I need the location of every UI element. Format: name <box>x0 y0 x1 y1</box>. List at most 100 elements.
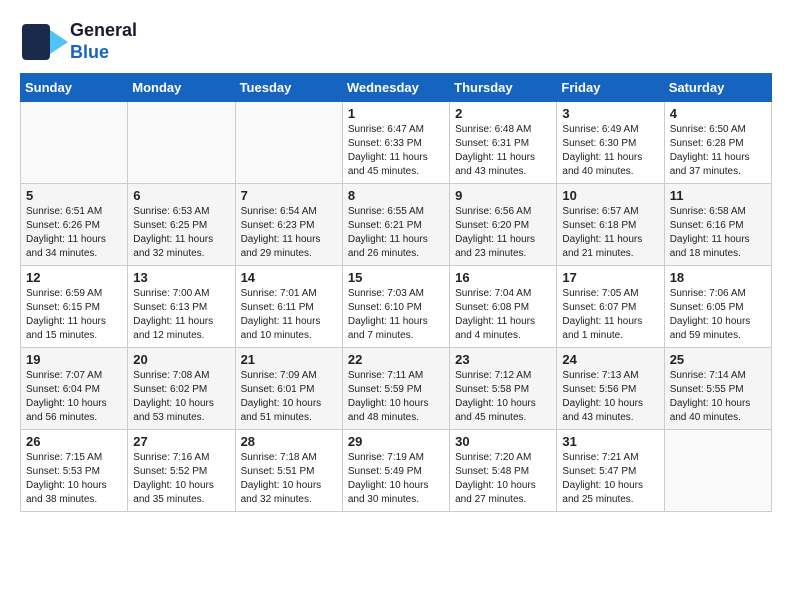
day-number: 3 <box>562 106 658 121</box>
day-number: 19 <box>26 352 122 367</box>
weekday-header: Tuesday <box>235 74 342 102</box>
day-info: Sunrise: 7:03 AM Sunset: 6:10 PM Dayligh… <box>348 287 444 343</box>
day-number: 15 <box>348 270 444 285</box>
day-info: Sunrise: 7:07 AM Sunset: 6:04 PM Dayligh… <box>26 369 122 425</box>
calendar-week-row: 26 Sunrise: 7:15 AM Sunset: 5:53 PM Dayli… <box>21 430 772 512</box>
day-info: Sunrise: 7:04 AM Sunset: 6:08 PM Dayligh… <box>455 287 551 343</box>
weekday-header: Saturday <box>664 74 771 102</box>
day-number: 8 <box>348 188 444 203</box>
calendar-cell: 8 Sunrise: 6:55 AM Sunset: 6:21 PM Daylig… <box>342 184 449 266</box>
day-number: 18 <box>670 270 766 285</box>
day-info: Sunrise: 7:14 AM Sunset: 5:55 PM Dayligh… <box>670 369 766 425</box>
calendar-cell: 17 Sunrise: 7:05 AM Sunset: 6:07 PM Dayli… <box>557 266 664 348</box>
day-number: 25 <box>670 352 766 367</box>
calendar-cell: 12 Sunrise: 6:59 AM Sunset: 6:15 PM Dayli… <box>21 266 128 348</box>
calendar-week-row: 19 Sunrise: 7:07 AM Sunset: 6:04 PM Dayli… <box>21 348 772 430</box>
calendar-cell: 10Sunrise: 6:57 AM Sunset: 6:18 PM Dayli… <box>557 184 664 266</box>
day-number: 22 <box>348 352 444 367</box>
day-number: 26 <box>26 434 122 449</box>
calendar-cell: 31Sunrise: 7:21 AM Sunset: 5:47 PM Dayli… <box>557 430 664 512</box>
calendar-week-row: 1 Sunrise: 6:47 AM Sunset: 6:33 PM Daylig… <box>21 102 772 184</box>
day-info: Sunrise: 6:59 AM Sunset: 6:15 PM Dayligh… <box>26 287 122 343</box>
day-info: Sunrise: 7:18 AM Sunset: 5:51 PM Dayligh… <box>241 451 337 507</box>
page-header: GeneralBlue <box>20 20 772 63</box>
calendar-cell: 25 Sunrise: 7:14 AM Sunset: 5:55 PM Dayli… <box>664 348 771 430</box>
weekday-header: Friday <box>557 74 664 102</box>
calendar-cell: 18 Sunrise: 7:06 AM Sunset: 6:05 PM Dayli… <box>664 266 771 348</box>
calendar-cell: 21Sunrise: 7:09 AM Sunset: 6:01 PM Dayli… <box>235 348 342 430</box>
day-info: Sunrise: 7:05 AM Sunset: 6:07 PM Dayligh… <box>562 287 658 343</box>
day-number: 7 <box>241 188 337 203</box>
day-info: Sunrise: 6:47 AM Sunset: 6:33 PM Dayligh… <box>348 123 444 179</box>
calendar-cell: 22 Sunrise: 7:11 AM Sunset: 5:59 PM Dayli… <box>342 348 449 430</box>
day-number: 13 <box>133 270 229 285</box>
day-info: Sunrise: 6:51 AM Sunset: 6:26 PM Dayligh… <box>26 205 122 261</box>
day-number: 24 <box>562 352 658 367</box>
day-number: 12 <box>26 270 122 285</box>
calendar-cell: 29Sunrise: 7:19 AM Sunset: 5:49 PM Dayli… <box>342 430 449 512</box>
calendar-cell: 1 Sunrise: 6:47 AM Sunset: 6:33 PM Daylig… <box>342 102 449 184</box>
day-info: Sunrise: 7:00 AM Sunset: 6:13 PM Dayligh… <box>133 287 229 343</box>
calendar-cell: 16 Sunrise: 7:04 AM Sunset: 6:08 PM Dayli… <box>450 266 557 348</box>
day-info: Sunrise: 6:54 AM Sunset: 6:23 PM Dayligh… <box>241 205 337 261</box>
logo-text-blue: Blue <box>70 42 137 64</box>
day-number: 11 <box>670 188 766 203</box>
calendar-cell: 3 Sunrise: 6:49 AM Sunset: 6:30 PM Daylig… <box>557 102 664 184</box>
logo-text-general: General <box>70 20 137 42</box>
calendar-cell: 9 Sunrise: 6:56 AM Sunset: 6:20 PM Daylig… <box>450 184 557 266</box>
day-number: 1 <box>348 106 444 121</box>
day-number: 20 <box>133 352 229 367</box>
day-number: 30 <box>455 434 551 449</box>
calendar-cell: 5 Sunrise: 6:51 AM Sunset: 6:26 PM Daylig… <box>21 184 128 266</box>
day-info: Sunrise: 7:15 AM Sunset: 5:53 PM Dayligh… <box>26 451 122 507</box>
calendar-cell <box>21 102 128 184</box>
calendar-cell: 2Sunrise: 6:48 AM Sunset: 6:31 PM Daylig… <box>450 102 557 184</box>
day-number: 16 <box>455 270 551 285</box>
day-info: Sunrise: 7:12 AM Sunset: 5:58 PM Dayligh… <box>455 369 551 425</box>
day-info: Sunrise: 7:06 AM Sunset: 6:05 PM Dayligh… <box>670 287 766 343</box>
day-number: 21 <box>241 352 337 367</box>
calendar-cell: 14 Sunrise: 7:01 AM Sunset: 6:11 PM Dayli… <box>235 266 342 348</box>
weekday-header: Sunday <box>21 74 128 102</box>
calendar-cell: 28 Sunrise: 7:18 AM Sunset: 5:51 PM Dayli… <box>235 430 342 512</box>
calendar-cell: 7 Sunrise: 6:54 AM Sunset: 6:23 PM Daylig… <box>235 184 342 266</box>
calendar-cell: 24Sunrise: 7:13 AM Sunset: 5:56 PM Dayli… <box>557 348 664 430</box>
day-number: 31 <box>562 434 658 449</box>
day-number: 9 <box>455 188 551 203</box>
calendar-cell: 13 Sunrise: 7:00 AM Sunset: 6:13 PM Dayli… <box>128 266 235 348</box>
calendar-cell: 26 Sunrise: 7:15 AM Sunset: 5:53 PM Dayli… <box>21 430 128 512</box>
logo-icon <box>20 22 70 62</box>
weekday-header: Wednesday <box>342 74 449 102</box>
logo: GeneralBlue <box>20 20 137 63</box>
calendar-cell: 27Sunrise: 7:16 AM Sunset: 5:52 PM Dayli… <box>128 430 235 512</box>
calendar-cell: 23 Sunrise: 7:12 AM Sunset: 5:58 PM Dayli… <box>450 348 557 430</box>
day-number: 6 <box>133 188 229 203</box>
day-info: Sunrise: 7:19 AM Sunset: 5:49 PM Dayligh… <box>348 451 444 507</box>
day-number: 4 <box>670 106 766 121</box>
weekday-header: Monday <box>128 74 235 102</box>
day-info: Sunrise: 7:16 AM Sunset: 5:52 PM Dayligh… <box>133 451 229 507</box>
calendar-week-row: 12 Sunrise: 6:59 AM Sunset: 6:15 PM Dayli… <box>21 266 772 348</box>
calendar-cell: 11 Sunrise: 6:58 AM Sunset: 6:16 PM Dayli… <box>664 184 771 266</box>
weekday-header: Thursday <box>450 74 557 102</box>
day-number: 17 <box>562 270 658 285</box>
day-info: Sunrise: 6:48 AM Sunset: 6:31 PM Dayligh… <box>455 123 551 179</box>
day-info: Sunrise: 6:57 AM Sunset: 6:18 PM Dayligh… <box>562 205 658 261</box>
day-info: Sunrise: 7:11 AM Sunset: 5:59 PM Dayligh… <box>348 369 444 425</box>
calendar-cell: 4 Sunrise: 6:50 AM Sunset: 6:28 PM Daylig… <box>664 102 771 184</box>
calendar-week-row: 5 Sunrise: 6:51 AM Sunset: 6:26 PM Daylig… <box>21 184 772 266</box>
calendar-cell: 15 Sunrise: 7:03 AM Sunset: 6:10 PM Dayli… <box>342 266 449 348</box>
calendar-cell: 6Sunrise: 6:53 AM Sunset: 6:25 PM Daylig… <box>128 184 235 266</box>
calendar-cell: 30Sunrise: 7:20 AM Sunset: 5:48 PM Dayli… <box>450 430 557 512</box>
day-number: 5 <box>26 188 122 203</box>
day-number: 14 <box>241 270 337 285</box>
day-info: Sunrise: 6:58 AM Sunset: 6:16 PM Dayligh… <box>670 205 766 261</box>
day-info: Sunrise: 6:55 AM Sunset: 6:21 PM Dayligh… <box>348 205 444 261</box>
day-info: Sunrise: 6:50 AM Sunset: 6:28 PM Dayligh… <box>670 123 766 179</box>
day-number: 23 <box>455 352 551 367</box>
day-info: Sunrise: 7:01 AM Sunset: 6:11 PM Dayligh… <box>241 287 337 343</box>
day-number: 28 <box>241 434 337 449</box>
day-info: Sunrise: 6:56 AM Sunset: 6:20 PM Dayligh… <box>455 205 551 261</box>
day-info: Sunrise: 6:49 AM Sunset: 6:30 PM Dayligh… <box>562 123 658 179</box>
calendar-cell <box>128 102 235 184</box>
